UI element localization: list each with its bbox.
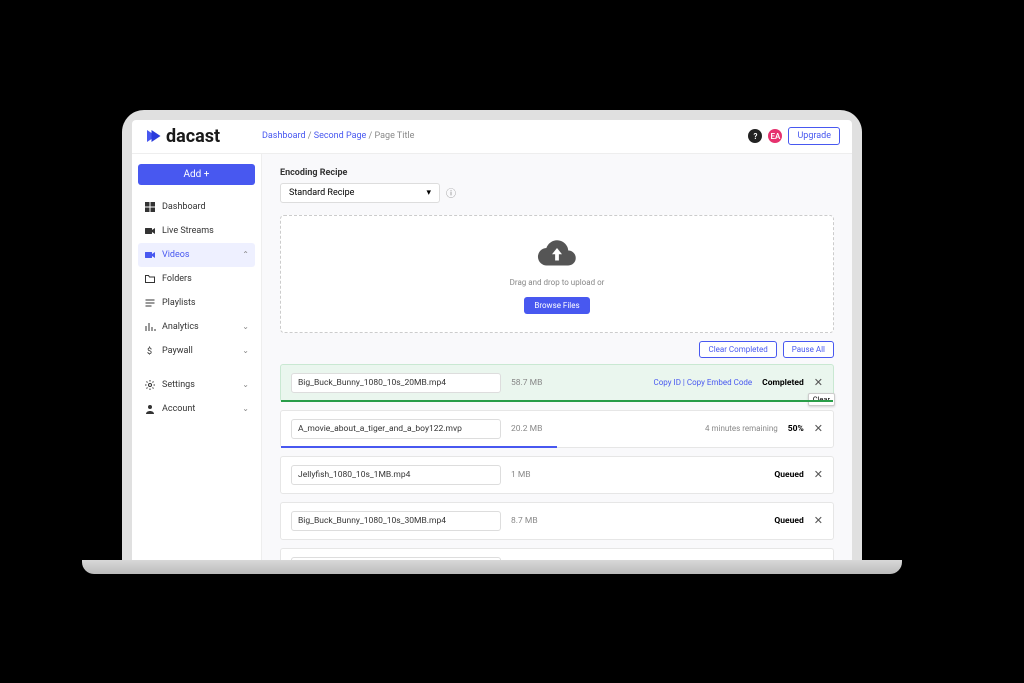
sidebar-item-label: Analytics (162, 322, 199, 332)
upload-filename: Christmas_Party_movie_3322.mp4 (291, 557, 501, 560)
upload-row: Jellyfish_1080_10s_1MB.mp4 1 MB Queued ✕ (280, 456, 834, 494)
chevron-down-icon: ⌄ (242, 322, 249, 331)
upload-filesize: 1 MB (511, 470, 561, 480)
add-button[interactable]: Add + (138, 164, 255, 185)
sidebar-item-label: Playlists (162, 298, 196, 308)
upload-state: Completed (762, 378, 804, 388)
sidebar-item-folders[interactable]: Folders (138, 267, 255, 291)
upload-filename: Big_Buck_Bunny_1080_10s_30MB.mp4 (291, 511, 501, 531)
select-value: Standard Recipe (289, 188, 354, 198)
help-icon[interactable]: ? (748, 129, 762, 143)
close-icon[interactable]: ✕ (814, 514, 823, 527)
upload-percent: 50% (788, 424, 804, 434)
brand-text: dacast (166, 126, 220, 147)
chevron-down-icon: ▾ (426, 188, 431, 198)
user-icon (144, 403, 156, 415)
avatar[interactable]: EA (768, 129, 782, 143)
upload-filesize: 58.7 MB (511, 378, 561, 388)
sidebar-item-account[interactable]: Account ⌄ (138, 397, 255, 421)
clear-completed-button[interactable]: Clear Completed (699, 341, 776, 358)
breadcrumb-link[interactable]: Second Page (314, 131, 367, 141)
video-icon (144, 249, 156, 261)
upload-state: Queued (774, 470, 803, 480)
upload-row: Big_Buck_Bunny_1080_10s_30MB.mp4 8.7 MB … (280, 502, 834, 540)
sidebar-item-dashboard[interactable]: Dashboard (138, 195, 255, 219)
sidebar-item-label: Dashboard (162, 202, 206, 212)
chevron-down-icon: ⌄ (242, 404, 249, 413)
sidebar: Add + Dashboard Live Streams Videos ⌃ (132, 154, 262, 560)
dashboard-icon (144, 201, 156, 213)
topbar: dacast Dashboard / Second Page / Page Ti… (132, 120, 852, 154)
upload-state: Queued (774, 516, 803, 526)
breadcrumb-link[interactable]: Dashboard (262, 131, 306, 141)
folder-icon (144, 273, 156, 285)
sidebar-item-livestreams[interactable]: Live Streams (138, 219, 255, 243)
upload-filename: Big_Buck_Bunny_1080_10s_20MB.mp4 (291, 373, 501, 393)
main-content: Encoding Recipe Standard Recipe ▾ ⓘ (262, 154, 852, 560)
upload-row: Christmas_Party_movie_3322.mp4 1 MB Queu… (280, 548, 834, 560)
pause-all-button[interactable]: Pause All (783, 341, 834, 358)
encoding-label: Encoding Recipe (280, 168, 834, 178)
dollar-icon: $ (144, 345, 156, 357)
upload-links[interactable]: Copy ID | Copy Embed Code (654, 378, 753, 387)
close-icon[interactable]: ✕ (814, 468, 823, 481)
breadcrumb: Dashboard / Second Page / Page Title (262, 131, 748, 141)
browse-files-button[interactable]: Browse Files (524, 297, 589, 314)
brand-logo: dacast (144, 126, 262, 147)
sidebar-item-videos[interactable]: Videos ⌃ (138, 243, 255, 267)
sidebar-item-label: Folders (162, 274, 192, 284)
sidebar-item-playlists[interactable]: Playlists (138, 291, 255, 315)
gear-icon (144, 379, 156, 391)
sidebar-item-paywall[interactable]: $ Paywall ⌄ (138, 339, 255, 363)
clear-tooltip: Clear (808, 393, 835, 406)
upload-row: Big_Buck_Bunny_1080_10s_20MB.mp4 58.7 MB… (280, 364, 834, 402)
upload-filename: A_movie_about_a_tiger_and_a_boy122.mvp (291, 419, 501, 439)
laptop-base (82, 560, 902, 574)
upgrade-button[interactable]: Upgrade (788, 127, 840, 145)
sidebar-item-label: Account (162, 404, 195, 414)
info-icon[interactable]: ⓘ (446, 185, 456, 200)
upload-row: A_movie_about_a_tiger_and_a_boy122.mvp 2… (280, 410, 834, 448)
close-icon[interactable]: ✕ (814, 422, 823, 435)
playlist-icon (144, 297, 156, 309)
analytics-icon (144, 321, 156, 333)
chevron-up-icon: ⌃ (242, 250, 249, 259)
camera-icon (144, 225, 156, 237)
upload-filesize: 8.7 MB (511, 516, 561, 526)
encoding-recipe-select[interactable]: Standard Recipe ▾ (280, 183, 440, 203)
chevron-down-icon: ⌄ (242, 346, 249, 355)
chevron-down-icon: ⌄ (242, 380, 249, 389)
upload-filename: Jellyfish_1080_10s_1MB.mp4 (291, 465, 501, 485)
sidebar-item-analytics[interactable]: Analytics ⌄ (138, 315, 255, 339)
sidebar-item-label: Live Streams (162, 226, 214, 236)
sidebar-item-settings[interactable]: Settings ⌄ (138, 373, 255, 397)
dropzone-hint: Drag and drop to upload or (281, 278, 833, 287)
breadcrumb-current: Page Title (375, 131, 415, 141)
sidebar-item-label: Videos (162, 250, 190, 260)
brand-icon (144, 127, 162, 145)
svg-text:$: $ (147, 346, 152, 357)
upload-dropzone[interactable]: Drag and drop to upload or Browse Files (280, 215, 834, 333)
upload-status: 4 minutes remaining (705, 424, 778, 433)
close-icon[interactable]: ✕ (814, 376, 823, 389)
sidebar-item-label: Paywall (162, 346, 193, 356)
upload-filesize: 20.2 MB (511, 424, 561, 434)
cloud-upload-icon (537, 238, 577, 268)
sidebar-item-label: Settings (162, 380, 195, 390)
